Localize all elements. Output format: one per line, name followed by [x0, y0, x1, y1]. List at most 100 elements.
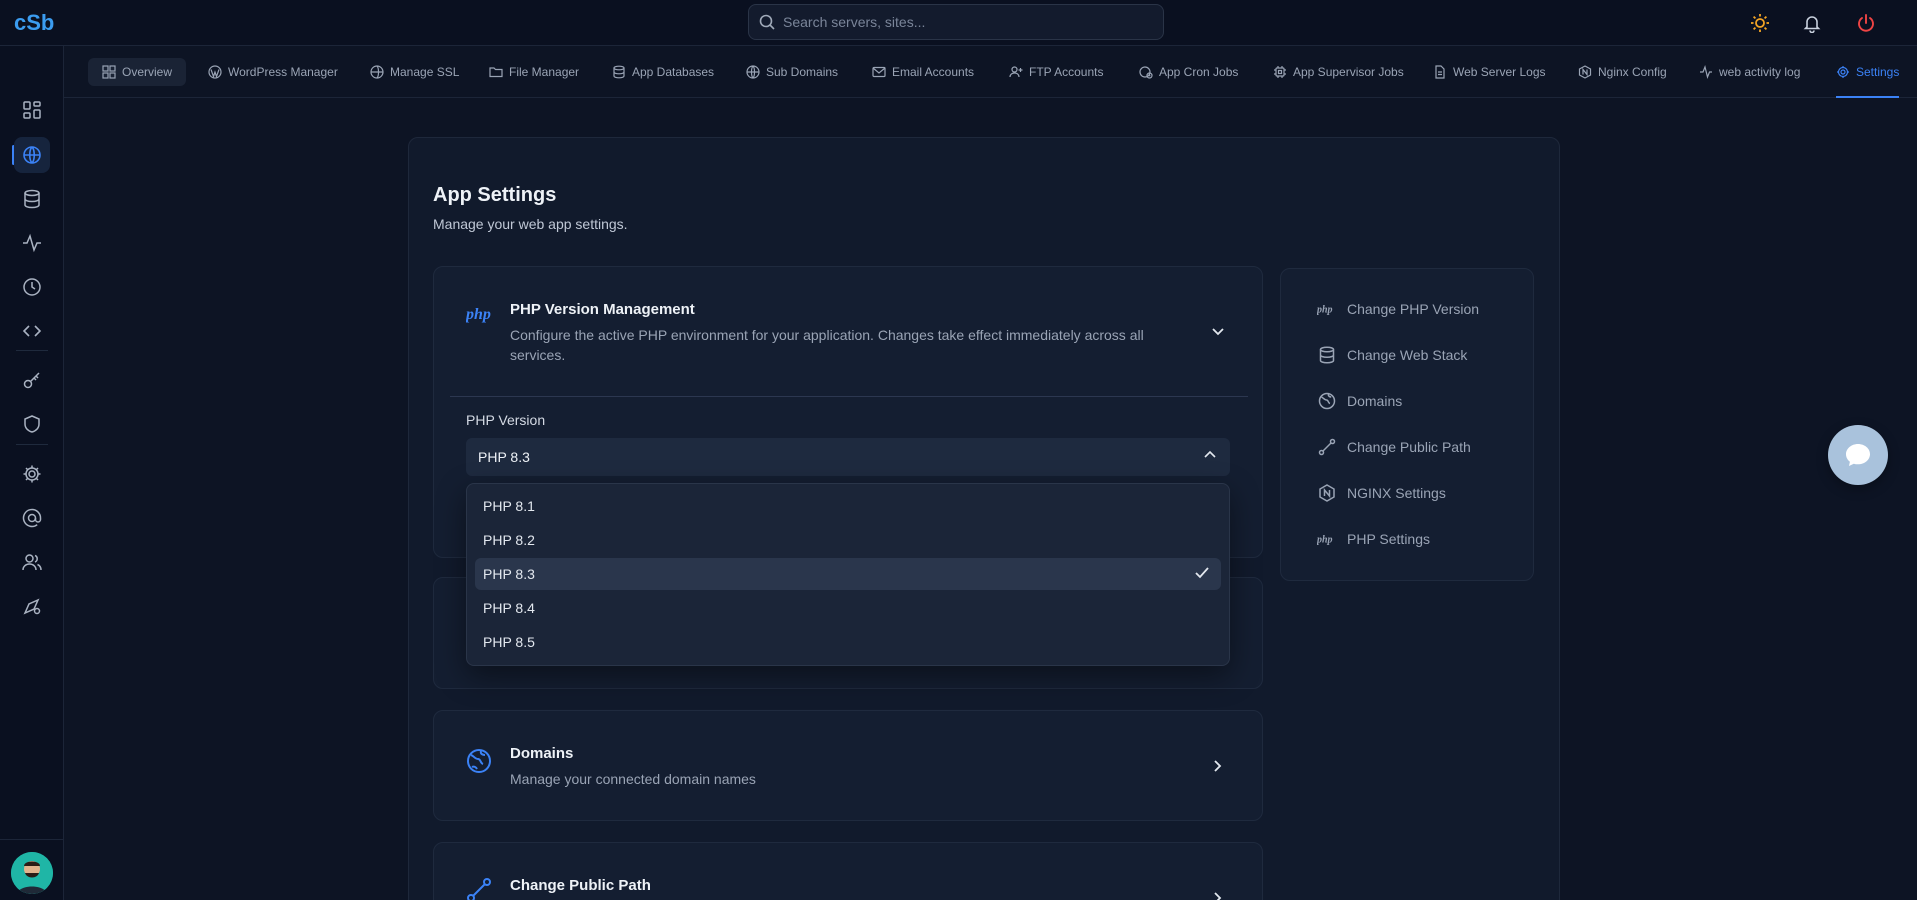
quicknav-label: NGINX Settings: [1347, 485, 1446, 501]
power-icon[interactable]: [1854, 11, 1878, 35]
tab-settings[interactable]: Settings: [1836, 58, 1900, 98]
wordpress-icon: [208, 65, 222, 79]
code-icon: [22, 321, 42, 341]
tab-app-supervisor-jobs[interactable]: App Supervisor Jobs: [1273, 58, 1404, 86]
activity-icon: [22, 233, 42, 253]
folder-icon: [489, 65, 503, 79]
settings-quick-nav: php Change PHP Version Change Web Stack …: [1280, 268, 1534, 581]
option-php-8-4[interactable]: PHP 8.4: [475, 592, 1221, 624]
quicknav-change-web-stack[interactable]: Change Web Stack: [1317, 343, 1467, 367]
shield-icon: [22, 414, 42, 434]
search-input[interactable]: [783, 14, 1143, 30]
app-tab-bar: Overview WordPress Manager Manage SSL Fi…: [64, 46, 1917, 98]
option-label: PHP 8.2: [483, 532, 535, 548]
globe-lock-icon: [370, 65, 384, 79]
sidebar-team[interactable]: [14, 544, 50, 580]
domains-section[interactable]: Domains Manage your connected domain nam…: [433, 710, 1263, 821]
search-bar[interactable]: [748, 4, 1164, 40]
app-logo[interactable]: cSb: [14, 11, 58, 35]
activity-icon: [1699, 65, 1713, 79]
chat-bubble-icon: [1843, 440, 1873, 470]
section-title: Change Public Path: [510, 877, 651, 894]
top-bar: cSb: [0, 0, 1917, 46]
sidebar-cron[interactable]: [14, 269, 50, 305]
svg-text:php: php: [466, 306, 491, 323]
public-path-section[interactable]: Change Public Path: [433, 842, 1263, 900]
quicknav-label: Domains: [1347, 393, 1403, 409]
file-text-icon: [1433, 65, 1447, 79]
quicknav-label: Change Web Stack: [1347, 347, 1468, 363]
section-title: Domains: [510, 745, 574, 762]
sidebar-deploy[interactable]: [14, 588, 50, 624]
sidebar-security[interactable]: [14, 406, 50, 442]
nginx-icon: [1317, 484, 1337, 502]
quicknav-label: Change Public Path: [1347, 439, 1471, 455]
tab-label: WordPress Manager: [228, 65, 338, 79]
tab-web-activity-log[interactable]: web activity log: [1699, 58, 1800, 86]
cpu-icon: [1273, 65, 1287, 79]
grid-icon: [102, 65, 116, 79]
section-title: PHP Version Management: [510, 301, 695, 318]
sidebar-settings[interactable]: [14, 456, 50, 492]
php-version-label: PHP Version: [466, 412, 546, 428]
tab-overview[interactable]: Overview: [88, 58, 187, 86]
chat-support-button[interactable]: [1828, 425, 1888, 485]
chevron-right-icon[interactable]: [1208, 888, 1228, 900]
option-label: PHP 8.5: [483, 634, 535, 650]
sidebar-divider: [0, 839, 64, 840]
theme-toggle-sun-icon[interactable]: [1748, 11, 1772, 35]
tab-manage-ssl[interactable]: Manage SSL: [370, 58, 459, 86]
sidebar-databases[interactable]: [14, 181, 50, 217]
option-php-8-2[interactable]: PHP 8.2: [475, 524, 1221, 556]
tab-app-databases[interactable]: App Databases: [612, 58, 714, 86]
quicknav-domains[interactable]: Domains: [1317, 389, 1402, 413]
section-description: Configure the active PHP environment for…: [510, 327, 1144, 363]
option-php-8-3[interactable]: PHP 8.3: [475, 558, 1221, 590]
sidebar-dashboard[interactable]: [14, 92, 50, 128]
tab-email-accounts[interactable]: Email Accounts: [872, 58, 974, 86]
globe-icon: [746, 65, 760, 79]
chevron-up-icon: [1204, 450, 1216, 458]
tab-sub-domains[interactable]: Sub Domains: [746, 58, 838, 86]
tab-label: Web Server Logs: [1453, 65, 1546, 79]
svg-text:cSb: cSb: [14, 11, 54, 35]
collapse-chevron-down-icon[interactable]: [1208, 322, 1228, 342]
section-description: Manage your connected domain names: [510, 771, 756, 787]
option-php-8-1[interactable]: PHP 8.1: [475, 490, 1221, 522]
tab-nginx-config[interactable]: Nginx Config: [1578, 58, 1667, 86]
chevron-right-icon[interactable]: [1208, 756, 1228, 776]
sidebar-email[interactable]: [14, 500, 50, 536]
tab-label: web activity log: [1719, 65, 1801, 79]
quicknav-nginx-settings[interactable]: NGINX Settings: [1317, 481, 1446, 505]
globe-icon: [1317, 392, 1337, 410]
tab-label: FTP Accounts: [1029, 65, 1104, 79]
tab-label: Manage SSL: [390, 65, 460, 79]
sidebar-monitoring[interactable]: [14, 225, 50, 261]
avatar[interactable]: [11, 852, 53, 894]
gear-icon: [1836, 65, 1850, 79]
users-icon: [22, 552, 42, 572]
sidebar-code[interactable]: [14, 313, 50, 349]
quicknav-php-settings[interactable]: php PHP Settings: [1317, 527, 1430, 551]
quicknav-change-public-path[interactable]: Change Public Path: [1317, 435, 1471, 459]
tab-web-server-logs[interactable]: Web Server Logs: [1433, 58, 1546, 86]
quicknav-change-php-version[interactable]: php Change PHP Version: [1317, 297, 1479, 321]
bell-icon[interactable]: [1800, 11, 1824, 35]
option-label: PHP 8.1: [483, 498, 535, 514]
sidebar-divider: [16, 444, 48, 445]
clock-globe-icon: [1139, 65, 1153, 79]
sidebar-sites[interactable]: [14, 137, 50, 173]
option-php-8-5[interactable]: PHP 8.5: [475, 626, 1221, 658]
tab-label: App Databases: [632, 65, 715, 79]
sidebar-keys[interactable]: [14, 362, 50, 398]
tab-label: App Supervisor Jobs: [1293, 65, 1404, 79]
page-title: App Settings: [433, 184, 557, 206]
svg-text:php: php: [1317, 305, 1333, 315]
php-version-select[interactable]: PHP 8.3: [466, 438, 1230, 476]
tab-wordpress-manager[interactable]: WordPress Manager: [208, 58, 338, 86]
sidebar-divider: [16, 350, 48, 351]
path-icon: [1317, 438, 1337, 456]
tab-ftp-accounts[interactable]: FTP Accounts: [1009, 58, 1103, 86]
tab-file-manager[interactable]: File Manager: [489, 58, 579, 86]
tab-app-cron-jobs[interactable]: App Cron Jobs: [1139, 58, 1238, 86]
